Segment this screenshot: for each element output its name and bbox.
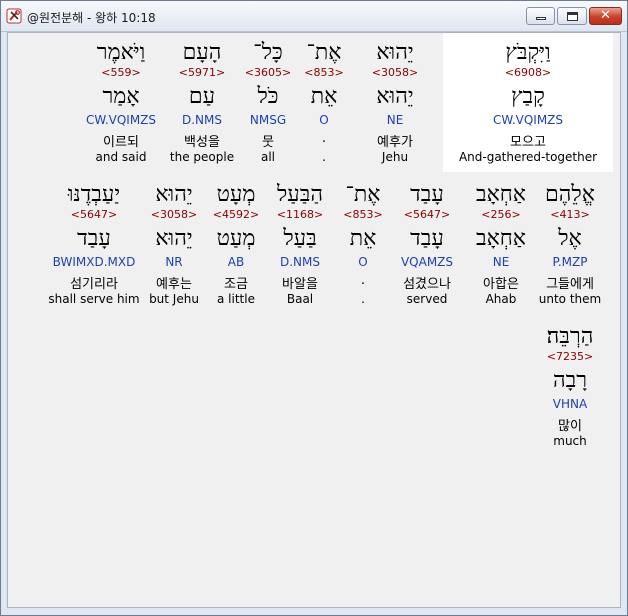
korean-gloss: 모으고 <box>510 135 546 150</box>
english-gloss: And-gathered-together <box>458 150 598 164</box>
word-card[interactable]: וַיֹּאמֶר <559> אָמַר CW.VQIMZS 이르되 and … <box>73 33 169 172</box>
lexical-form: רָבָה <box>552 368 588 393</box>
hebrew-word: וַיֹּאמֶר <box>96 40 146 65</box>
hebrew-word: וַיִּקְבֹּץ <box>505 40 551 65</box>
maximize-icon <box>567 12 578 21</box>
hebrew-word: יַעַבְדֶנּוּ <box>67 182 121 207</box>
parsing-code: CW.VQIMZS <box>492 113 564 127</box>
strong-number: <6908> <box>504 66 552 79</box>
korean-gloss: 이르되 <box>103 135 139 150</box>
parsing-code: VHNA <box>552 397 588 411</box>
lexical-form: עָבַד <box>77 226 111 251</box>
word-card[interactable]: וַיִּקְבֹּץ <6908> קָבַץ CW.VQIMZS 모으고 A… <box>443 33 613 172</box>
parsing-code: BWIMXD.MXD <box>52 255 136 269</box>
korean-gloss: 많이 <box>558 419 582 434</box>
word-card[interactable]: הַרְבֵּה׃ <7235> רָבָה VHNA 많이 much <box>522 317 618 456</box>
minimize-icon <box>536 17 546 20</box>
parsing-code: CW.VQIMZS <box>85 113 157 127</box>
english-gloss: shall serve him <box>48 292 140 306</box>
app-window: @원전분해 - 왕하 10:18 ✕ וַיִּקְבֹּץ <6908> קָ… <box>0 0 628 616</box>
tools-icon[interactable] <box>6 8 22 24</box>
analysis-pane[interactable]: וַיִּקְבֹּץ <6908> קָבַץ CW.VQIMZS 모으고 A… <box>7 32 621 608</box>
english-gloss: much <box>553 434 587 448</box>
korean-gloss: 섬기리라 <box>70 277 118 292</box>
lexical-form: קָבַץ <box>511 84 545 109</box>
lexical-form: אָמַר <box>102 84 140 109</box>
english-gloss: and said <box>95 150 147 164</box>
strong-number: <559> <box>101 66 141 79</box>
title-bar[interactable]: @원전분해 - 왕하 10:18 ✕ <box>1 1 627 32</box>
word-card[interactable]: יַעַבְדֶנּוּ <5647> עָבַד BWIMXD.MXD 섬기리… <box>46 175 142 314</box>
window-title: @원전분해 - 왕하 10:18 <box>27 11 156 25</box>
strong-number: <5647> <box>70 208 118 221</box>
strong-number: <7235> <box>546 350 594 363</box>
close-icon: ✕ <box>600 8 611 23</box>
minimize-button[interactable] <box>526 7 555 25</box>
close-button[interactable]: ✕ <box>589 7 622 25</box>
hebrew-word: הַרְבֵּה׃ <box>546 324 594 349</box>
maximize-button[interactable] <box>557 7 587 25</box>
